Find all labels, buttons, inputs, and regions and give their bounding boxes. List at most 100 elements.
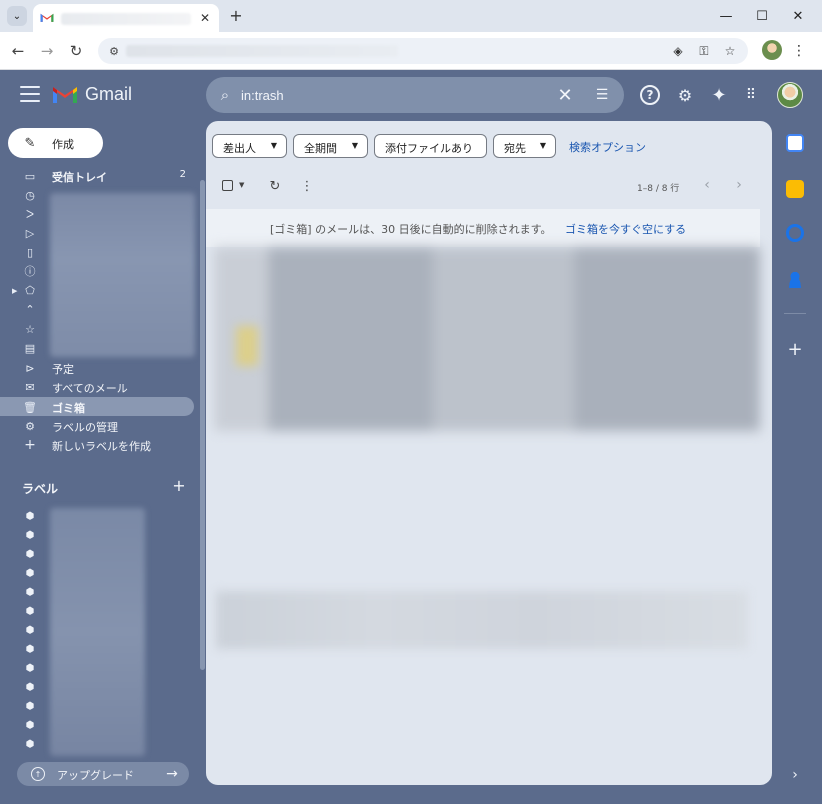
- sidebar-item-label: すべてのメール: [52, 382, 128, 395]
- chip-label: 差出人: [223, 142, 256, 155]
- contacts-app-icon[interactable]: [786, 270, 804, 288]
- tune-icon[interactable]: ☰: [592, 85, 612, 105]
- label-icon[interactable]: ⬢: [23, 529, 37, 541]
- next-page-button[interactable]: ›: [732, 177, 746, 193]
- account-avatar[interactable]: [777, 82, 803, 108]
- spam-icon: ⓘ: [24, 265, 36, 278]
- label-icon[interactable]: ⬢: [23, 605, 37, 617]
- filter-date-chip[interactable]: 全期間 ▼: [293, 134, 368, 158]
- sidebar-item-label: 予定: [52, 363, 74, 376]
- bookmark-star-icon[interactable]: ☆: [722, 43, 738, 59]
- tab-search-chevron-icon[interactable]: ⌄: [7, 6, 27, 26]
- unread-count: 2: [179, 169, 186, 180]
- label-icon[interactable]: ⬢: [23, 719, 37, 731]
- chip-label: 全期間: [304, 142, 337, 155]
- sparkle-icon[interactable]: ✦: [708, 84, 730, 106]
- filter-to-chip[interactable]: 宛先 ▼: [493, 134, 556, 158]
- sidebar-item-trash[interactable]: 🗑 ゴミ箱: [0, 397, 194, 416]
- gmail-logo-icon[interactable]: [52, 84, 78, 104]
- sidebar-item-label: ゴミ箱: [52, 402, 85, 415]
- site-info-icon[interactable]: ⚙: [106, 43, 122, 59]
- mail-search-bar[interactable]: ⌕ ✕ ☰: [206, 77, 624, 113]
- all-mail-icon: ✉: [25, 380, 35, 394]
- upgrade-label: アップグレード: [57, 769, 134, 782]
- label-icon[interactable]: ⬢: [23, 548, 37, 560]
- back-button[interactable]: ←: [8, 41, 28, 61]
- tab-close-icon[interactable]: ✕: [197, 10, 213, 26]
- previous-page-button[interactable]: ‹: [700, 177, 714, 193]
- gear-icon[interactable]: ⚙: [674, 84, 696, 106]
- select-all-checkbox[interactable]: [222, 180, 233, 191]
- label-icon[interactable]: ⬢: [23, 738, 37, 750]
- browser-menu-icon[interactable]: ⋮: [792, 41, 806, 61]
- important-icon: ᐳ: [25, 207, 35, 221]
- more-options-icon[interactable]: ⋮: [299, 178, 315, 194]
- add-label-button[interactable]: +: [171, 476, 187, 495]
- forward-button[interactable]: →: [37, 41, 57, 61]
- trash-auto-delete-message: [ゴミ箱] のメールは、30 日後に自動的に削除されます。: [270, 223, 552, 236]
- new-tab-button[interactable]: +: [228, 6, 244, 25]
- search-icon[interactable]: ⌕: [216, 86, 234, 104]
- label-icon: ⬠: [25, 283, 35, 297]
- address-bar[interactable]: ⚙ ◈ ⚿ ☆: [98, 38, 748, 64]
- reload-button[interactable]: ↻: [66, 41, 86, 61]
- sidebar-item-create-label[interactable]: + 新しいラベルを作成: [0, 435, 194, 454]
- apps-grid-icon[interactable]: ⠿: [740, 84, 762, 106]
- plus-icon: +: [24, 437, 36, 453]
- message-rows-redacted[interactable]: [214, 247, 760, 431]
- close-icon[interactable]: ✕: [555, 85, 575, 106]
- advanced-search-link[interactable]: 検索オプション: [569, 139, 646, 155]
- get-addons-icon[interactable]: +: [786, 339, 804, 360]
- maximize-button[interactable]: ☐: [752, 6, 772, 26]
- caret-down-icon: ▼: [351, 141, 358, 150]
- upgrade-button[interactable]: ↑ アップグレード →: [17, 762, 189, 786]
- help-icon[interactable]: ?: [640, 85, 660, 105]
- label-icon[interactable]: ⬢: [23, 662, 37, 674]
- sidebar-item-label: 受信トレイ: [52, 171, 107, 184]
- mail-list-panel: 差出人 ▼ 全期間 ▼ 添付ファイルあり 宛先 ▼ 検索オプション ▼ ↻ ⋮ …: [206, 121, 772, 785]
- sidebar-item-inbox[interactable]: ▭ 受信トレイ 2: [0, 166, 194, 185]
- lens-icon[interactable]: ◈: [670, 43, 686, 59]
- sidebar-item-manage-labels[interactable]: ⚙ ラベルの管理: [0, 416, 194, 435]
- tasks-app-icon[interactable]: [786, 224, 804, 242]
- label-icon[interactable]: ⬢: [23, 681, 37, 693]
- chip-label: 宛先: [504, 142, 526, 155]
- browser-toolbar: ← → ↻ ⚙ ◈ ⚿ ☆ ⋮: [0, 32, 822, 70]
- compose-button[interactable]: ✎ 作成: [8, 128, 103, 158]
- trash-info-banner: [ゴミ箱] のメールは、30 日後に自動的に削除されます。 ゴミ箱を今すぐ空にす…: [206, 209, 760, 247]
- empty-trash-link[interactable]: ゴミ箱を今すぐ空にする: [565, 221, 686, 237]
- gmail-wordmark[interactable]: Gmail: [85, 84, 132, 105]
- browser-profile-avatar[interactable]: [762, 40, 782, 60]
- refresh-icon[interactable]: ↻: [267, 178, 283, 194]
- label-icon[interactable]: ⬢: [23, 643, 37, 655]
- chevron-right-icon[interactable]: ›: [786, 766, 804, 784]
- select-menu-caret-icon[interactable]: ▼: [239, 181, 244, 189]
- gmail-app: Gmail ⌕ ✕ ☰ ? ⚙ ✦ ⠿ ✎ 作成 ▭ 受信トレイ 2 ◷ ᐳ ▷…: [0, 70, 822, 804]
- label-icon[interactable]: ⬢: [23, 586, 37, 598]
- sidebar-item-label: 新しいラベルを作成: [52, 440, 151, 453]
- window-close-button[interactable]: ✕: [788, 6, 808, 26]
- sidebar-scrollbar[interactable]: [200, 180, 205, 670]
- minimize-button[interactable]: —: [716, 6, 736, 26]
- keep-app-icon[interactable]: [786, 180, 804, 198]
- main-menu-icon[interactable]: [20, 86, 40, 102]
- compose-label: 作成: [52, 138, 74, 151]
- search-input[interactable]: [241, 85, 541, 105]
- pencil-icon: ✎: [24, 135, 36, 151]
- expand-caret-icon[interactable]: ▶: [12, 287, 17, 295]
- calendar-app-icon[interactable]: [786, 134, 804, 152]
- browser-tab-strip: ⌄ ✕ + — ☐ ✕: [0, 0, 822, 32]
- label-icon[interactable]: ⬢: [23, 700, 37, 712]
- password-key-icon[interactable]: ⚿: [696, 43, 712, 59]
- sidebar-item-label: ラベルの管理: [52, 421, 118, 434]
- label-icon[interactable]: ⬢: [23, 567, 37, 579]
- label-icon[interactable]: ⬢: [23, 510, 37, 522]
- sidebar-item-scheduled[interactable]: ⊳ 予定: [0, 358, 194, 377]
- sidebar-labels-redacted: [50, 193, 195, 357]
- filter-from-chip[interactable]: 差出人 ▼: [212, 134, 287, 158]
- browser-tab[interactable]: ✕: [33, 4, 219, 32]
- send-icon: ▷: [25, 226, 35, 240]
- sidebar-item-all-mail[interactable]: ✉ すべてのメール: [0, 377, 194, 396]
- label-icon[interactable]: ⬢: [23, 624, 37, 636]
- filter-attachment-chip[interactable]: 添付ファイルあり: [374, 134, 487, 158]
